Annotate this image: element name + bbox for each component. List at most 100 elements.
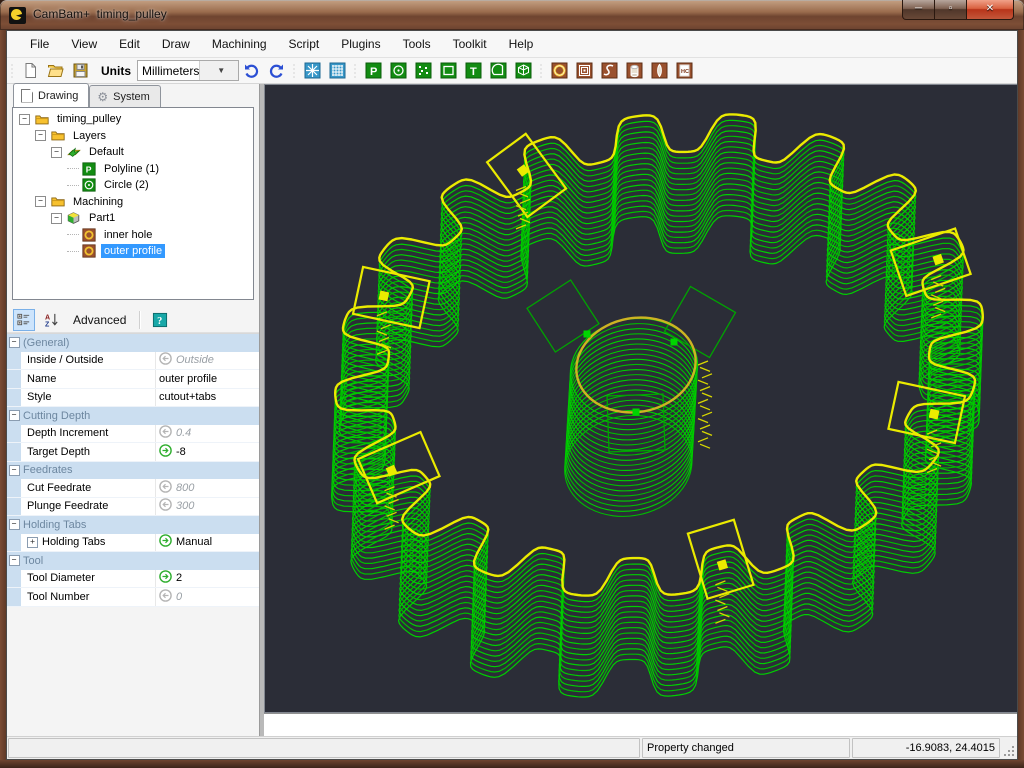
property-row[interactable]: Cut Feedrate800 xyxy=(7,479,259,498)
collapse-icon[interactable]: − xyxy=(9,519,20,530)
collapse-icon[interactable]: − xyxy=(9,410,20,421)
property-row[interactable]: Plunge Feedrate300 xyxy=(7,498,259,517)
property-value[interactable]: cutout+tabs xyxy=(156,389,259,407)
draw-points-icon[interactable] xyxy=(411,59,436,83)
menu-item-script[interactable]: Script xyxy=(278,33,331,55)
mop-engrave-icon[interactable] xyxy=(597,59,622,83)
menu-item-toolkit[interactable]: Toolkit xyxy=(442,33,498,55)
tree-connector xyxy=(67,234,79,235)
menu-item-file[interactable]: File xyxy=(19,33,60,55)
property-value[interactable]: 300 xyxy=(156,498,259,516)
tree-expander[interactable]: − xyxy=(19,114,30,125)
property-value[interactable]: Outside xyxy=(156,352,259,370)
tree-expander[interactable]: − xyxy=(51,147,62,158)
property-category[interactable]: −Feedrates xyxy=(7,462,259,480)
property-row[interactable]: Tool Diameter2 xyxy=(7,570,259,589)
tree-expander[interactable]: − xyxy=(51,213,62,224)
property-row[interactable]: Tool Number0 xyxy=(7,588,259,607)
tab-system[interactable]: ⚙ System xyxy=(89,85,160,107)
maximize-button[interactable]: ▫ xyxy=(934,0,967,20)
property-row[interactable]: Depth Increment0.4 xyxy=(7,425,259,444)
mop-3d-profile-icon[interactable] xyxy=(647,59,672,83)
property-row[interactable]: Inside / OutsideOutside xyxy=(7,352,259,371)
tree-row[interactable]: −Machining xyxy=(13,194,253,211)
tree-row[interactable]: Circle (2) xyxy=(13,177,253,194)
draw-polyline-icon[interactable]: P xyxy=(361,59,386,83)
redo-icon[interactable] xyxy=(264,59,289,83)
collapse-icon[interactable]: − xyxy=(9,337,20,348)
expand-icon[interactable]: + xyxy=(27,537,38,548)
property-value[interactable]: outer profile xyxy=(156,370,259,388)
window-title: CamBam+ timing_pulley xyxy=(33,7,167,21)
mop-drill-icon[interactable] xyxy=(622,59,647,83)
open-file-icon[interactable] xyxy=(43,59,68,83)
property-value[interactable]: 800 xyxy=(156,479,259,497)
chevron-down-icon[interactable]: ▼ xyxy=(199,61,238,80)
close-button[interactable]: ✕ xyxy=(966,0,1014,20)
modified-indicator-icon xyxy=(159,534,172,550)
property-value[interactable]: Manual xyxy=(156,534,259,552)
alphabetical-sort-icon[interactable]: AZ xyxy=(41,309,63,331)
tree-row[interactable]: − Layers xyxy=(13,128,253,145)
mop-pocket-icon[interactable] xyxy=(572,59,597,83)
property-value[interactable]: 2 xyxy=(156,570,259,588)
minimize-button[interactable]: ─ xyxy=(902,0,935,20)
draw-surface-icon[interactable] xyxy=(511,59,536,83)
tree-row[interactable]: PPolyline (1) xyxy=(13,161,253,178)
menu-item-draw[interactable]: Draw xyxy=(151,33,201,55)
tree-row[interactable]: inner hole xyxy=(13,227,253,244)
property-value[interactable]: 0 xyxy=(156,588,259,606)
property-value[interactable]: 0.4 xyxy=(156,425,259,443)
property-category[interactable]: −Tool xyxy=(7,552,259,570)
advanced-button[interactable]: Advanced xyxy=(69,311,130,329)
property-category[interactable]: −Cutting Depth xyxy=(7,407,259,425)
property-value[interactable]: -8 xyxy=(156,443,259,461)
collapse-icon[interactable]: − xyxy=(9,465,20,476)
draw-circle-icon[interactable] xyxy=(386,59,411,83)
default-indicator-icon xyxy=(159,589,172,605)
tree-expander[interactable]: − xyxy=(35,130,46,141)
mop-gcode-icon[interactable]: HC xyxy=(672,59,697,83)
viewport-3d-canvas[interactable] xyxy=(264,84,1017,713)
tree-row[interactable]: outer profile xyxy=(13,243,253,260)
collapse-icon[interactable]: − xyxy=(9,555,20,566)
titlebar[interactable]: CamBam+ timing_pulley ─▫✕ xyxy=(0,0,1024,30)
property-value-text: 2 xyxy=(176,572,182,584)
property-category[interactable]: −(General) xyxy=(7,334,259,352)
property-row[interactable]: Target Depth-8 xyxy=(7,443,259,462)
property-label-text: Holding Tabs xyxy=(42,536,105,548)
show-grid-icon[interactable] xyxy=(325,59,350,83)
undo-icon[interactable] xyxy=(239,59,264,83)
status-coordinates: -16.9083, 24.4015 xyxy=(852,738,1000,758)
save-file-icon[interactable] xyxy=(68,59,93,83)
svg-text:?: ? xyxy=(158,315,163,326)
menu-item-help[interactable]: Help xyxy=(498,33,545,55)
draw-arc-icon[interactable] xyxy=(486,59,511,83)
tree-expander[interactable]: − xyxy=(35,196,46,207)
new-file-icon[interactable] xyxy=(18,59,43,83)
units-dropdown[interactable]: Millimeters▼ xyxy=(137,60,239,81)
property-row[interactable]: Nameouter profile xyxy=(7,370,259,389)
help-icon[interactable]: ? xyxy=(149,309,171,331)
tree-item-label: Layers xyxy=(70,129,109,143)
property-category[interactable]: −Holding Tabs xyxy=(7,516,259,534)
mop-profile-icon[interactable] xyxy=(547,59,572,83)
tree-row[interactable]: −timing_pulley xyxy=(13,111,253,128)
tab-drawing[interactable]: Drawing xyxy=(13,83,89,107)
categorized-view-icon[interactable] xyxy=(13,309,35,331)
draw-rectangle-icon[interactable] xyxy=(436,59,461,83)
property-row[interactable]: Stylecutout+tabs xyxy=(7,389,259,408)
menu-item-view[interactable]: View xyxy=(60,33,108,55)
property-row[interactable]: + Holding Tabs Manual xyxy=(7,534,259,553)
menu-item-machining[interactable]: Machining xyxy=(201,33,278,55)
show-axes-icon[interactable] xyxy=(300,59,325,83)
menu-item-tools[interactable]: Tools xyxy=(392,33,442,55)
tree-row[interactable]: −Part1 xyxy=(13,210,253,227)
resize-grip[interactable] xyxy=(1001,737,1017,759)
tree-row[interactable]: −Default xyxy=(13,144,253,161)
menu-item-edit[interactable]: Edit xyxy=(108,33,151,55)
toolbar-grip xyxy=(538,62,545,80)
row-gutter xyxy=(7,479,21,497)
draw-text-icon[interactable]: T xyxy=(461,59,486,83)
menu-item-plugins[interactable]: Plugins xyxy=(330,33,391,55)
